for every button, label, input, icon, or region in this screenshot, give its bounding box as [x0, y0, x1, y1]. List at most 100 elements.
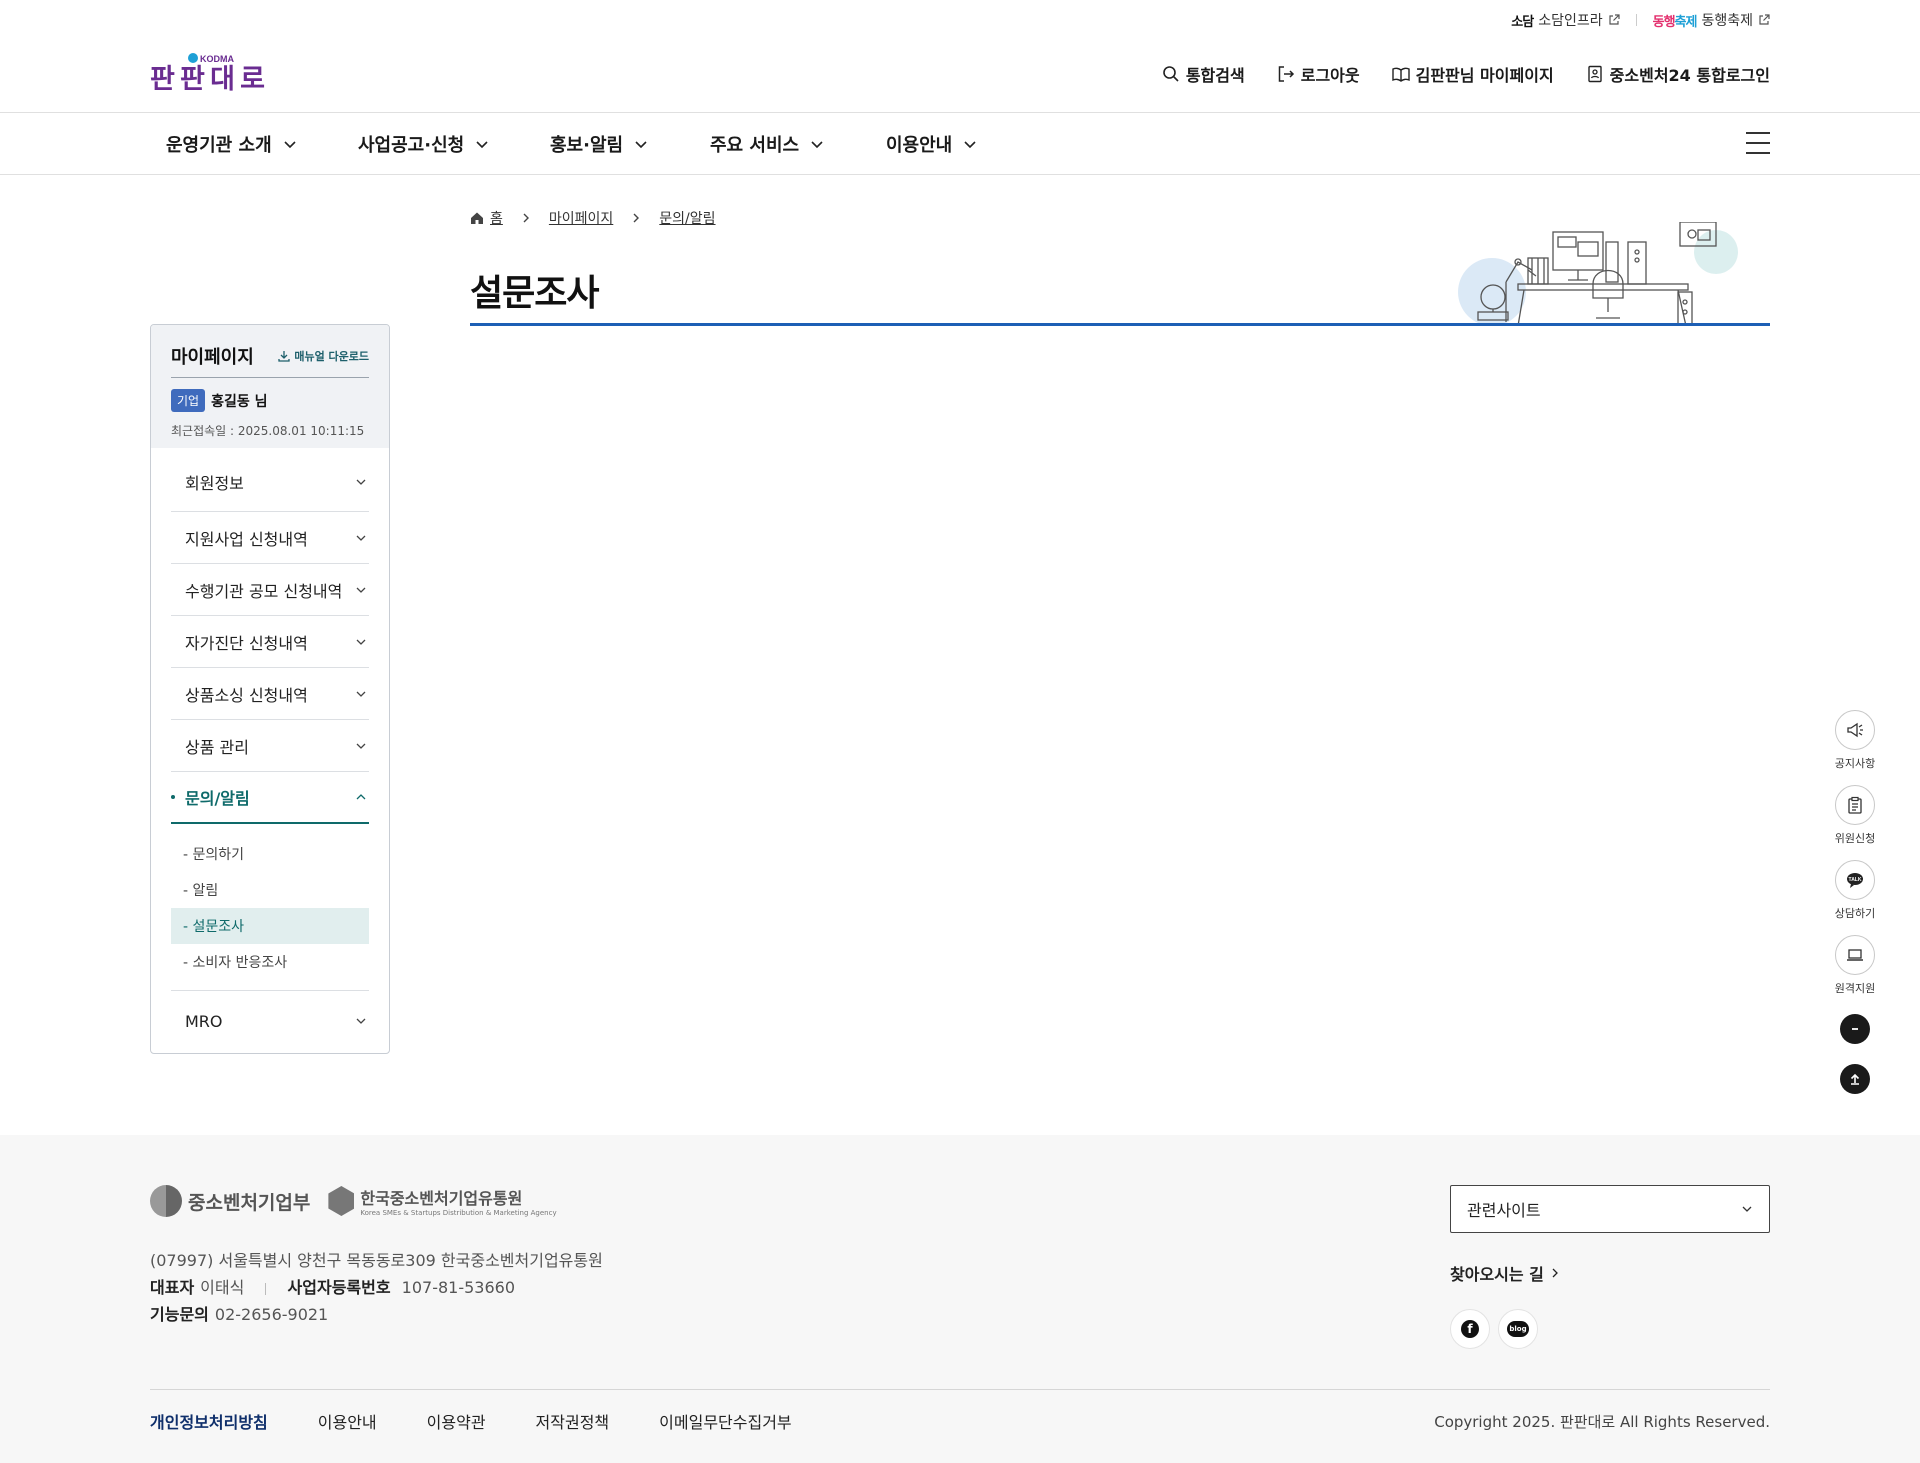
footer-link-terms[interactable]: 이용약관: [427, 1409, 486, 1433]
integrated-search-button[interactable]: 통합검색: [1162, 62, 1245, 86]
submenu-inquiry[interactable]: - 문의하기: [171, 836, 369, 872]
external-link-icon: [1609, 14, 1620, 25]
member-type-badge: 기업: [171, 389, 206, 412]
footer-link-privacy[interactable]: 개인정보처리방침: [150, 1409, 268, 1433]
directions-link[interactable]: 찾아오시는 길: [1450, 1261, 1560, 1285]
page-title: 설문조사: [470, 273, 599, 314]
sidebar-item-label: 지원사업 신청내역: [185, 529, 308, 549]
sidebar-item-member-info[interactable]: 회원정보: [171, 448, 369, 512]
sidebar-item-product-sourcing[interactable]: 상품소싱 신청내역: [171, 668, 369, 720]
submenu-notice[interactable]: - 알림: [171, 872, 369, 908]
sidebar-item-label: 자가진단 신청내역: [185, 633, 308, 653]
chevron-down-icon: [964, 141, 976, 149]
sidebar-menu: 회원정보 지원사업 신청내역 수행기관 공모 신청내역 자가진단 신청내역 상품…: [151, 448, 389, 1051]
footer-tel-row: 기능문의 02-2656-9021: [150, 1301, 603, 1328]
sidebar-item-self-diagnosis[interactable]: 자가진단 신청내역: [171, 616, 369, 668]
breadcrumb-mypage[interactable]: 마이페이지: [549, 208, 613, 228]
facebook-button[interactable]: f: [1450, 1309, 1490, 1349]
kodma-logo-subtext: Korea SMEs & Startups Distribution & Mar…: [360, 1209, 557, 1217]
sidebar-item-agency-applications[interactable]: 수행기관 공모 신청내역: [171, 564, 369, 616]
sidebar-item-label: 상품 관리: [185, 737, 249, 757]
submenu-consumer-survey[interactable]: - 소비자 반응조사: [171, 944, 369, 980]
nav-guide[interactable]: 이용안내: [886, 128, 978, 160]
logout-button[interactable]: 로그아웃: [1277, 62, 1360, 86]
header-utility-menu: 통합검색 로그아웃 김판판님 마이페이지 중소벤처24 통합로그인: [1162, 62, 1770, 86]
sidebar-item-support-applications[interactable]: 지원사업 신청내역: [171, 512, 369, 564]
footer-logos: 중소벤처기업부 한국중소벤처기업유통원 Korea SMEs & Startup…: [150, 1185, 557, 1217]
sidebar-item-label: 회원정보: [185, 473, 244, 493]
header-divider: [0, 112, 1920, 113]
quick-notice[interactable]: 공지사항: [1835, 710, 1875, 771]
nav-pr[interactable]: 홍보·알림: [550, 128, 710, 160]
breadcrumb-home[interactable]: 홈: [490, 208, 503, 228]
quick-remote-circle: [1834, 935, 1875, 975]
kodma-logo: 한국중소벤처기업유통원 Korea SMEs & Startups Distri…: [328, 1185, 557, 1217]
all-menu-button[interactable]: [1746, 132, 1770, 154]
integrated-search-label: 통합검색: [1185, 66, 1245, 85]
sso-login-button[interactable]: 중소벤처24 통합로그인: [1586, 62, 1770, 86]
chevron-down-icon: [476, 141, 488, 149]
book-icon: [1391, 67, 1410, 82]
breadcrumb: 홈 마이페이지 문의/알림: [470, 208, 716, 228]
kodma-logo-text: 한국중소벤처기업유통원: [360, 1189, 523, 1208]
kodma-emblem-icon: [328, 1186, 355, 1216]
home-icon: [471, 212, 483, 224]
collapse-quick-button[interactable]: [1840, 1014, 1870, 1044]
mss-logo-text: 중소벤처기업부: [188, 1191, 311, 1214]
quick-notice-circle: [1834, 710, 1875, 750]
office-desk-illustration: [1458, 222, 1738, 326]
quick-remote[interactable]: 원격지원: [1835, 935, 1875, 996]
chevron-right-icon: [633, 213, 640, 223]
sidebar-title-row: 마이페이지 매뉴얼 다운로드: [171, 343, 369, 378]
quick-remote-label: 원격지원: [1834, 982, 1876, 995]
footer-link-email-refusal[interactable]: 이메일무단수집거부: [659, 1409, 791, 1433]
chevron-down-icon: [356, 1018, 366, 1024]
manual-download-button[interactable]: 매뉴얼 다운로드: [278, 348, 369, 364]
chevron-right-icon: [523, 213, 529, 223]
util-link-donghaeng[interactable]: 동행축제 동행축제: [1653, 10, 1770, 30]
chevron-down-icon: [635, 141, 647, 149]
talk-bubble-icon: TALK: [1846, 873, 1863, 888]
nav-services[interactable]: 주요 서비스: [710, 128, 886, 160]
main-navigation: 운영기관 소개 사업공고·신청 홍보·알림 주요 서비스 이용안내: [166, 128, 978, 160]
info-divider: [265, 1282, 267, 1295]
sidebar-item-label: MRO: [185, 1011, 223, 1031]
footer-link-guide[interactable]: 이용안내: [318, 1409, 377, 1433]
sidebar-item-label: 상품소싱 신청내역: [185, 685, 308, 705]
arrow-up-icon: [1850, 1073, 1860, 1085]
scroll-top-button[interactable]: [1840, 1064, 1870, 1094]
bizno-value: 107-81-53660: [401, 1278, 516, 1297]
quick-consult[interactable]: TALK 상담하기: [1835, 860, 1875, 921]
breadcrumb-inquiry[interactable]: 문의/알림: [659, 208, 715, 228]
blog-button[interactable]: blog: [1498, 1309, 1538, 1349]
facebook-icon: f: [1461, 1320, 1479, 1338]
util-link-sodam-label: 소담인프라: [1538, 13, 1603, 29]
chevron-down-icon: [284, 141, 296, 149]
nav-guide-label: 이용안내: [886, 135, 953, 156]
sidebar-item-mro[interactable]: MRO: [171, 991, 369, 1051]
chevron-down-icon: [356, 479, 366, 485]
quick-consult-circle: TALK: [1834, 860, 1875, 900]
nav-about[interactable]: 운영기관 소개: [166, 128, 358, 160]
nav-about-label: 운영기관 소개: [166, 135, 272, 156]
site-logo[interactable]: KODMA 판판대로: [150, 50, 267, 95]
sidebar-item-inquiry-notice[interactable]: 문의/알림: [171, 772, 369, 824]
submenu-survey[interactable]: - 설문조사: [171, 908, 369, 944]
chevron-up-icon: [356, 794, 366, 800]
quick-committee[interactable]: 위원신청: [1835, 785, 1875, 846]
nav-business[interactable]: 사업공고·신청: [358, 128, 550, 160]
quick-menu: 공지사항 위원신청 TALK 상담하기 원격지원: [1830, 710, 1880, 1110]
related-sites-select[interactable]: 관련사이트: [1450, 1185, 1770, 1233]
sidebar-item-label: 수행기관 공모 신청내역: [185, 581, 343, 601]
footer-info: (07997) 서울특별시 양천구 목동동로309 한국중소벤처기업유통원 대표…: [150, 1247, 603, 1328]
footer-links: 개인정보처리방침 이용안내 이용약관 저작권정책 이메일무단수집거부: [150, 1409, 792, 1433]
svg-text:KODMA: KODMA: [200, 54, 234, 64]
footer-divider: [150, 1389, 1770, 1390]
util-link-sodam[interactable]: 소담 소담인프라: [1511, 10, 1620, 30]
footer-link-copyright[interactable]: 저작권정책: [536, 1409, 610, 1433]
megaphone-icon: [1847, 722, 1863, 738]
sidebar-item-product-management[interactable]: 상품 관리: [171, 720, 369, 772]
utility-bar: 소담 소담인프라 동행축제 동행축제: [1511, 10, 1770, 30]
mypage-button[interactable]: 김판판님 마이페이지: [1391, 62, 1554, 86]
sns-links: f blog: [1450, 1309, 1538, 1349]
